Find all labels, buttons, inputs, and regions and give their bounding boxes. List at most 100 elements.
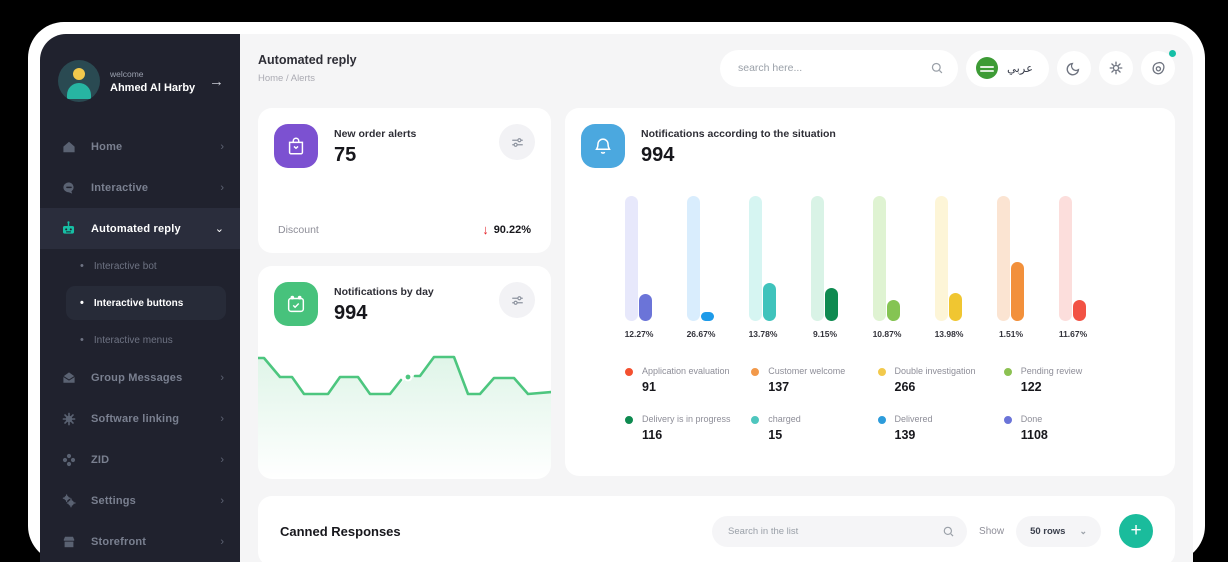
chevron-down-icon: ⌄ bbox=[1079, 525, 1087, 536]
list-search-input[interactable] bbox=[728, 525, 943, 537]
sidebar-item-settings[interactable]: Settings › bbox=[40, 480, 240, 521]
sidebar: welcome Ahmed Al Harby → Home › Interact… bbox=[40, 34, 240, 562]
chevron-right-icon: › bbox=[220, 412, 224, 425]
sidebar-item-software-linking[interactable]: Software linking › bbox=[40, 398, 240, 439]
legend-item[interactable]: charged 15 bbox=[751, 414, 877, 442]
sidebar-item-zid[interactable]: ZID › bbox=[40, 439, 240, 480]
bar-track bbox=[625, 196, 638, 321]
language-switcher[interactable]: عربي bbox=[966, 49, 1049, 87]
dark-mode-toggle[interactable] bbox=[1057, 51, 1091, 85]
sliders-icon bbox=[511, 137, 523, 147]
sidebar-item-label: ZID bbox=[91, 453, 110, 466]
storefront-icon bbox=[60, 533, 77, 550]
legend-item[interactable]: Application evaluation 91 bbox=[625, 366, 751, 394]
legend-item[interactable]: Delivered 139 bbox=[877, 414, 1004, 442]
legend-dot-icon bbox=[877, 368, 886, 376]
home-icon bbox=[60, 138, 77, 155]
situation-bars: 12.27% 26.67% 13.78% 9.15% 10.87% 13.98% 1.51%… bbox=[625, 196, 1087, 339]
settings-button[interactable] bbox=[1099, 51, 1133, 85]
bar-percent-label: 11.67% bbox=[1058, 329, 1088, 339]
legend-item[interactable]: Double investigation 266 bbox=[877, 366, 1004, 394]
legend-label: Delivery is in progress bbox=[642, 414, 731, 424]
notifications-icon bbox=[1151, 61, 1165, 74]
bar-group[interactable]: 13.78% bbox=[749, 196, 777, 339]
search-icon[interactable] bbox=[930, 61, 944, 75]
legend-dot-icon bbox=[751, 416, 760, 424]
bar-percent-label: 13.98% bbox=[934, 329, 964, 339]
legend-value: 116 bbox=[642, 428, 663, 442]
daily-line-chart bbox=[258, 355, 551, 479]
username: Ahmed Al Harby bbox=[110, 81, 196, 94]
canned-title: Canned Responses bbox=[280, 523, 401, 539]
notification-dot bbox=[1169, 50, 1176, 57]
page-title: Automated reply bbox=[258, 52, 357, 67]
global-search bbox=[720, 49, 958, 87]
legend-label: Done bbox=[1020, 414, 1043, 424]
sidebar-subitem-interactive-bot[interactable]: • Interactive bot bbox=[66, 249, 226, 283]
bar-group[interactable]: 26.67% bbox=[687, 196, 715, 339]
sidebar-item-interactive[interactable]: Interactive › bbox=[40, 167, 240, 208]
notifications-button[interactable] bbox=[1141, 50, 1176, 85]
sidebar-item-label: Storefront bbox=[91, 535, 147, 548]
search-input[interactable] bbox=[738, 62, 930, 74]
filter-button[interactable] bbox=[499, 282, 535, 318]
card-title: Notifications according to the situation bbox=[641, 128, 836, 140]
bar-group[interactable]: 13.98% bbox=[935, 196, 963, 339]
discount-label: Discount bbox=[278, 223, 319, 236]
bell-icon bbox=[581, 124, 625, 168]
legend-label: Customer welcome bbox=[768, 366, 846, 376]
sidebar-item-storefront[interactable]: Storefront › bbox=[40, 521, 240, 562]
bar-group[interactable]: 10.87% bbox=[873, 196, 901, 339]
bar-track bbox=[997, 196, 1010, 321]
legend-value: 15 bbox=[768, 428, 783, 442]
search-icon[interactable] bbox=[942, 525, 955, 538]
legend-value: 139 bbox=[894, 428, 916, 442]
legend-label: Application evaluation bbox=[642, 366, 730, 376]
sidebar-item-label: Home bbox=[91, 140, 123, 153]
legend-item[interactable]: Pending review 122 bbox=[1003, 366, 1130, 394]
legend-label: Double investigation bbox=[894, 366, 976, 376]
legend-value: 266 bbox=[894, 380, 916, 394]
legend-item[interactable]: Customer welcome 137 bbox=[751, 366, 877, 394]
legend-item[interactable]: Delivery is in progress 116 bbox=[625, 414, 751, 442]
welcome-text: welcome bbox=[110, 68, 144, 79]
breadcrumb[interactable]: Home / Alerts bbox=[258, 73, 720, 84]
gear-icon bbox=[1109, 61, 1123, 75]
show-label: Show bbox=[979, 525, 1005, 537]
sidebar-item-label: Settings bbox=[91, 494, 136, 507]
card-value: 75 bbox=[334, 144, 357, 166]
plus-icon: + bbox=[1130, 520, 1142, 541]
bar-percent-label: 26.67% bbox=[686, 329, 716, 339]
bar-group[interactable]: 12.27% bbox=[625, 196, 653, 339]
sidebar-item-label: Group Messages bbox=[91, 371, 183, 384]
bullet-icon: • bbox=[80, 334, 84, 346]
page-size-value: 50 rows bbox=[1030, 525, 1066, 537]
card-new-order-alerts: New order alerts 75 Discount ↓ 90.22% bbox=[258, 108, 551, 253]
shopping-bag-icon bbox=[274, 124, 318, 168]
sidebar-subitem-interactive-menus[interactable]: • Interactive menus bbox=[66, 323, 226, 357]
bar-group[interactable]: 11.67% bbox=[1059, 196, 1087, 339]
bar-group[interactable]: 1.51% bbox=[997, 196, 1025, 339]
bar-fill bbox=[1073, 300, 1086, 321]
add-response-button[interactable]: + bbox=[1119, 514, 1153, 548]
legend-item[interactable]: Done 1108 bbox=[1003, 414, 1130, 442]
bar-percent-label: 9.15% bbox=[812, 329, 838, 339]
robot-icon bbox=[60, 220, 77, 237]
chevron-right-icon: › bbox=[220, 181, 224, 194]
sidebar-subitem-interactive-buttons[interactable]: • Interactive buttons bbox=[66, 286, 226, 320]
bar-group[interactable]: 9.15% bbox=[811, 196, 839, 339]
filter-button[interactable] bbox=[499, 124, 535, 160]
card-value: 994 bbox=[334, 302, 368, 324]
sidebar-item-group-messages[interactable]: Group Messages › bbox=[40, 357, 240, 398]
chevron-right-icon: › bbox=[220, 453, 224, 466]
bar-fill bbox=[701, 312, 714, 321]
profile-card[interactable]: welcome Ahmed Al Harby → bbox=[40, 52, 240, 126]
chat-icon bbox=[60, 179, 77, 196]
collapse-arrow-icon[interactable]: → bbox=[209, 73, 224, 90]
legend-value: 137 bbox=[768, 380, 790, 394]
bar-fill bbox=[887, 300, 900, 321]
gears-icon bbox=[60, 492, 77, 509]
sidebar-item-automated-reply[interactable]: Automated reply ⌄ bbox=[40, 208, 240, 249]
page-size-select[interactable]: 50 rows ⌄ bbox=[1016, 515, 1101, 547]
sidebar-item-home[interactable]: Home › bbox=[40, 126, 240, 167]
